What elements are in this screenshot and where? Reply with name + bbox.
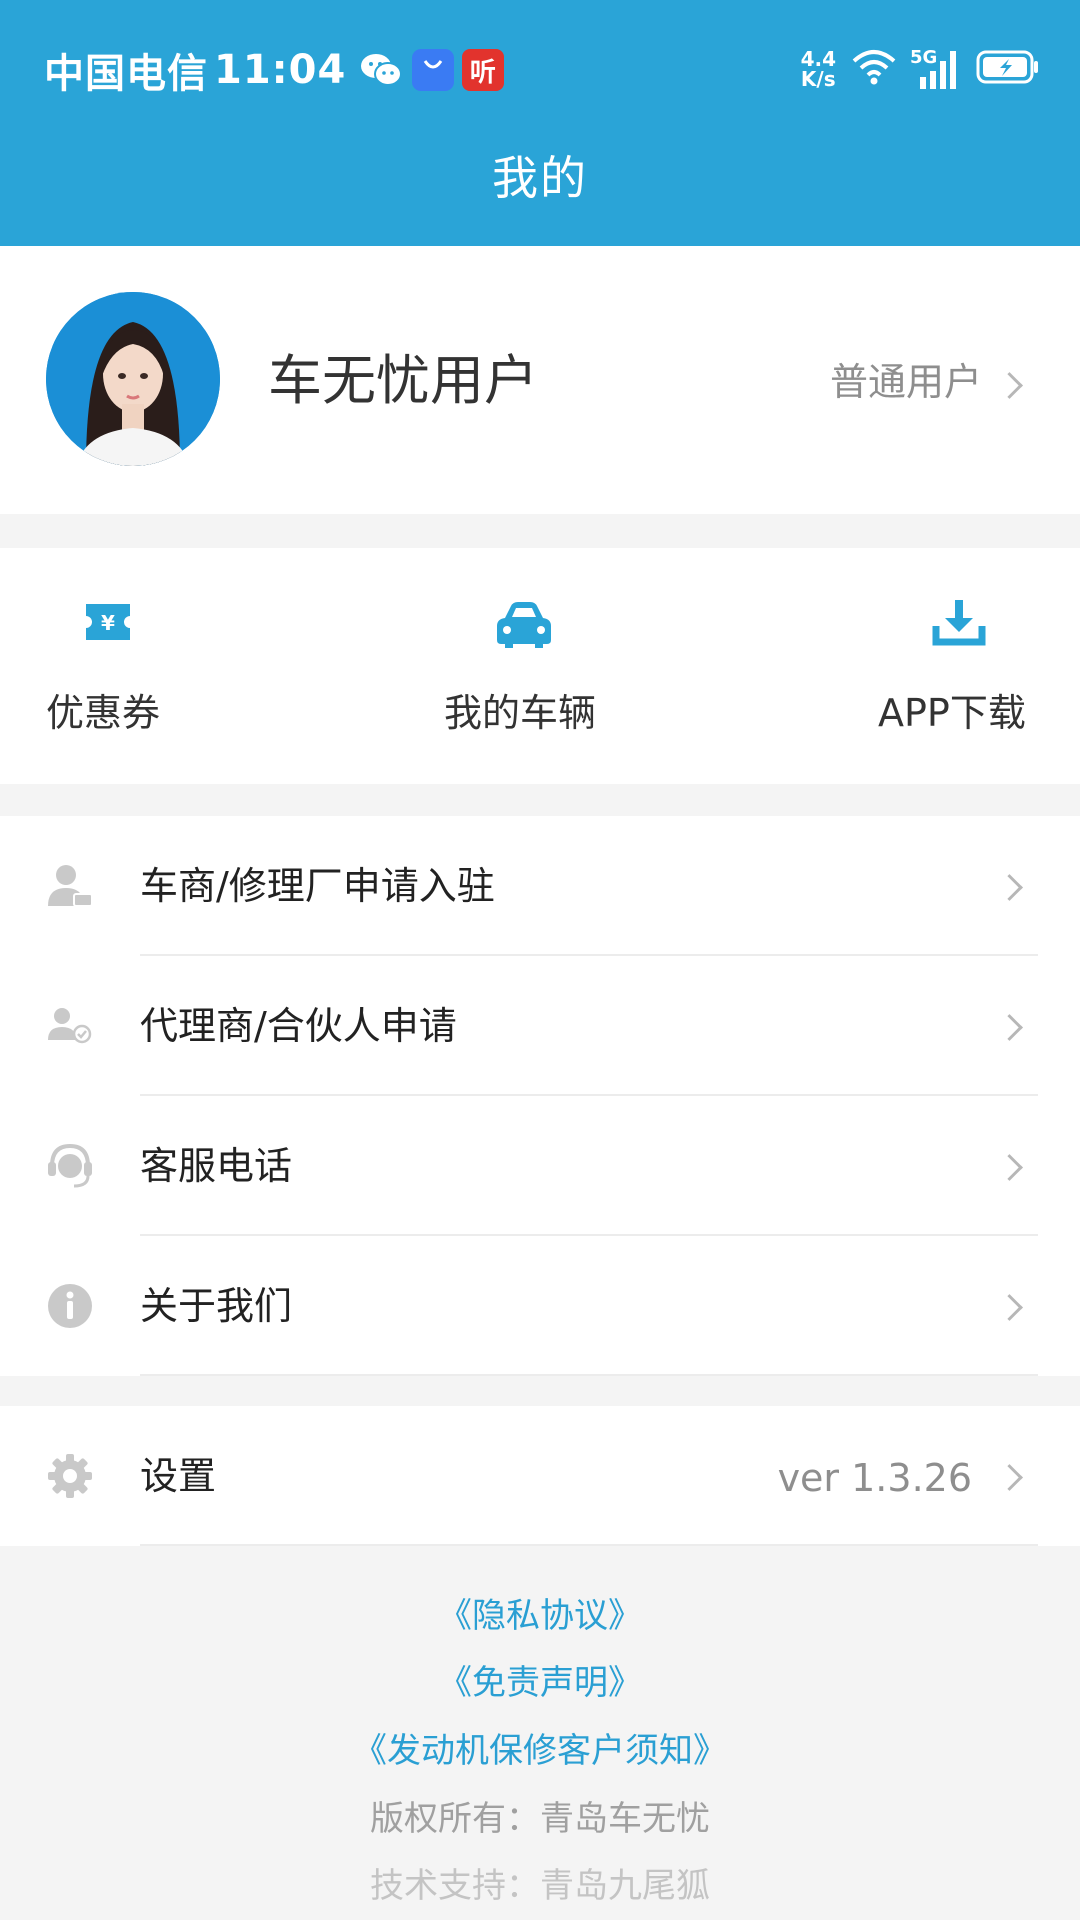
quick-action-label: 我的车辆 (444, 691, 597, 735)
menu-item-settings[interactable]: 设置 ver 1.3.26 (0, 1406, 1080, 1546)
chevron-right-icon (996, 874, 1023, 901)
carrier-label: 中国电信 (44, 51, 208, 97)
customer-service-icon (46, 1142, 94, 1190)
disclaimer-link[interactable]: 《免责声明》 (0, 1659, 1080, 1707)
avatar[interactable] (46, 292, 220, 466)
tech-support-text: 技术支持：青岛九尾狐 (370, 1866, 710, 1906)
chevron-right-icon (996, 1154, 1023, 1181)
menu-item-label: 车商/修理厂申请入驻 (140, 864, 495, 908)
profile-card[interactable]: 车无忧用户 普通用户 (0, 246, 1080, 514)
svg-text:¥: ¥ (101, 611, 115, 635)
network-speed: 4.4 K/s (800, 47, 836, 91)
menu-item-label: 客服电话 (140, 1144, 293, 1188)
car-icon (493, 598, 555, 654)
user-level-label: 普通用户 (829, 360, 982, 404)
battery-charging-icon (976, 49, 1040, 89)
status-bar-left: 中国电信 11:04 听 (44, 40, 505, 100)
quick-action-my-vehicle[interactable]: 我的车辆 (440, 548, 610, 784)
chevron-right-icon (996, 1464, 1023, 1491)
app-version: ver 1.3.26 (777, 1456, 972, 1500)
chevron-right-icon (996, 1294, 1023, 1321)
menu-item-about-us[interactable]: 关于我们 (0, 1236, 1080, 1376)
gear-icon (46, 1452, 94, 1500)
merchant-user-icon (46, 862, 94, 910)
menu-item-agent-apply[interactable]: 代理商/合伙人申请 (0, 956, 1080, 1096)
chevron-right-icon (996, 1014, 1023, 1041)
app-header: 中国电信 11:04 听 4.4 K/s 5G 我的 (0, 0, 1080, 246)
menu-item-merchant-apply[interactable]: 车商/修理厂申请入驻 (0, 816, 1080, 956)
menu-item-label: 代理商/合伙人申请 (140, 1004, 457, 1048)
divider (140, 1374, 1038, 1376)
quick-action-coupon[interactable]: ¥ 优惠券 (46, 548, 176, 784)
user-name: 车无忧用户 (268, 349, 538, 412)
divider (140, 1544, 1038, 1546)
coupon-icon: ¥ (82, 598, 134, 650)
quick-action-app-download[interactable]: APP下载 (878, 548, 1048, 784)
menu-item-customer-service[interactable]: 客服电话 (0, 1096, 1080, 1236)
wechat-icon (360, 51, 403, 89)
menu-item-label: 关于我们 (140, 1284, 293, 1328)
clock: 11:04 (214, 47, 347, 93)
engine-warranty-notice-link[interactable]: 《发动机保修客户须知》 (0, 1727, 1080, 1775)
settings-label: 设置 (140, 1454, 217, 1498)
listen-app-icon: 听 (462, 49, 505, 91)
privacy-policy-link[interactable]: 《隐私协议》 (0, 1592, 1080, 1640)
status-bar-right: 4.4 K/s 5G (801, 44, 1040, 94)
download-icon (932, 598, 986, 652)
shopping-app-icon (412, 49, 455, 91)
info-icon (46, 1282, 94, 1330)
quick-action-label: APP下载 (878, 691, 1026, 735)
agent-user-icon (46, 1002, 94, 1050)
page-title: 我的 (492, 151, 588, 205)
quick-actions-bar: ¥ 优惠券 我的车辆 APP下载 (0, 548, 1080, 784)
wifi-icon (850, 47, 898, 91)
menu-list: 车商/修理厂申请入驻 代理商/合伙人申请 客服电话 关于我们 (0, 816, 1080, 1376)
copyright-text: 版权所有：青岛车无忧 (370, 1799, 710, 1839)
cellular-signal-icon: 5G (910, 47, 960, 91)
chevron-right-icon (996, 372, 1023, 399)
settings-row[interactable]: 设置 ver 1.3.26 (0, 1406, 1080, 1546)
quick-action-label: 优惠券 (46, 691, 161, 735)
